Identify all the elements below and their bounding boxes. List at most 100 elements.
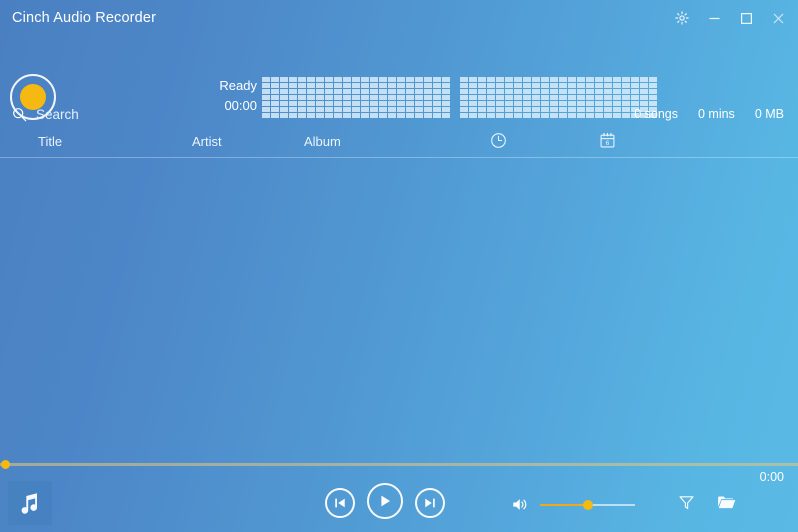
volume-slider[interactable] — [540, 500, 635, 510]
maximize-button[interactable] — [730, 3, 762, 33]
recorder-status-label: Ready — [185, 76, 257, 96]
visualizer-cell — [334, 77, 342, 82]
search-input[interactable] — [36, 107, 206, 122]
playback-progress[interactable]: 0:00 — [0, 460, 798, 468]
library-stats: 0 songs 0 mins 0 MB — [634, 107, 784, 121]
next-icon — [423, 496, 437, 510]
volume-icon[interactable] — [512, 497, 529, 512]
visualizer-cell — [370, 89, 378, 94]
visualizer-cell — [397, 89, 405, 94]
visualizer-cell — [478, 83, 486, 88]
visualizer-cell — [541, 77, 549, 82]
visualizer-cell — [298, 89, 306, 94]
visualizer-cell — [361, 89, 369, 94]
visualizer-cell — [352, 83, 360, 88]
visualizer-cell — [514, 77, 522, 82]
visualizer-cell — [568, 89, 576, 94]
volume-knob[interactable] — [583, 500, 593, 510]
visualizer-cell — [487, 83, 495, 88]
search-box[interactable] — [12, 107, 206, 122]
visualizer-cell — [433, 77, 441, 82]
visualizer-cell — [604, 77, 612, 82]
visualizer-cell — [532, 83, 540, 88]
visualizer-cell — [280, 77, 288, 82]
visualizer-cell — [379, 89, 387, 94]
calendar-icon: 6 — [599, 132, 616, 149]
visualizer-cell — [487, 77, 495, 82]
visualizer-cell — [622, 89, 630, 94]
search-icon — [12, 107, 27, 122]
window-controls — [666, 0, 794, 36]
volume-fill — [540, 504, 588, 507]
visualizer-cell — [307, 77, 315, 82]
visualizer-cell — [631, 77, 639, 82]
visualizer-cell — [604, 89, 612, 94]
play-button[interactable] — [367, 483, 403, 519]
stat-songs: 0 songs — [634, 107, 678, 121]
minimize-button[interactable] — [698, 3, 730, 33]
visualizer-cell — [577, 77, 585, 82]
progress-track[interactable] — [0, 463, 798, 466]
title-bar: Cinch Audio Recorder — [0, 0, 798, 36]
folder-button[interactable] — [717, 494, 736, 516]
previous-icon — [333, 496, 347, 510]
track-list[interactable] — [0, 160, 798, 464]
visualizer-cell — [478, 89, 486, 94]
music-note-icon — [17, 490, 43, 516]
folder-icon — [717, 494, 736, 511]
column-header-album[interactable]: Album — [304, 134, 341, 149]
visualizer-cell — [397, 83, 405, 88]
visualizer-cell — [496, 89, 504, 94]
track-list-header: Title Artist Album 6 — [0, 130, 798, 158]
column-header-artist[interactable]: Artist — [192, 134, 222, 149]
visualizer-cell — [298, 77, 306, 82]
visualizer-cell — [469, 89, 477, 94]
previous-button[interactable] — [325, 488, 355, 518]
visualizer-cell — [469, 83, 477, 88]
stat-size: 0 MB — [755, 107, 784, 121]
visualizer-cell — [550, 77, 558, 82]
visualizer-cell — [325, 83, 333, 88]
clock-icon — [490, 132, 507, 149]
visualizer-cell — [370, 77, 378, 82]
filter-button[interactable] — [678, 494, 695, 516]
visualizer-cell — [343, 89, 351, 94]
visualizer-cell — [262, 83, 270, 88]
visualizer-cell — [316, 83, 324, 88]
visualizer-cell — [523, 83, 531, 88]
visualizer-cell — [631, 89, 639, 94]
visualizer-cell — [424, 77, 432, 82]
visualizer-cell — [532, 77, 540, 82]
transport-controls — [325, 483, 445, 519]
close-button[interactable] — [762, 3, 794, 33]
visualizer-cell — [523, 77, 531, 82]
album-art — [8, 481, 52, 525]
column-header-date[interactable]: 6 — [599, 132, 616, 152]
settings-button[interactable] — [666, 3, 698, 33]
visualizer-cell — [595, 83, 603, 88]
visualizer-cell — [541, 89, 549, 94]
column-header-duration[interactable] — [490, 132, 507, 152]
visualizer-cell — [289, 83, 297, 88]
visualizer-cell — [586, 83, 594, 88]
visualizer-cell — [433, 83, 441, 88]
visualizer-cell — [442, 83, 450, 88]
column-header-title[interactable]: Title — [38, 134, 62, 149]
visualizer-cell — [361, 77, 369, 82]
visualizer-cell — [307, 89, 315, 94]
visualizer-cell — [460, 89, 468, 94]
visualizer-cell — [577, 83, 585, 88]
visualizer-cell — [505, 89, 513, 94]
next-button[interactable] — [415, 488, 445, 518]
visualizer-cell — [640, 77, 648, 82]
visualizer-cell — [289, 77, 297, 82]
maximize-icon — [740, 12, 753, 25]
visualizer-cell — [415, 89, 423, 94]
visualizer-cell — [370, 83, 378, 88]
visualizer-cell — [496, 77, 504, 82]
gear-icon — [675, 11, 689, 25]
visualizer-cell — [496, 83, 504, 88]
visualizer-cell — [550, 89, 558, 94]
progress-knob[interactable] — [1, 460, 10, 469]
visualizer-cell — [559, 77, 567, 82]
